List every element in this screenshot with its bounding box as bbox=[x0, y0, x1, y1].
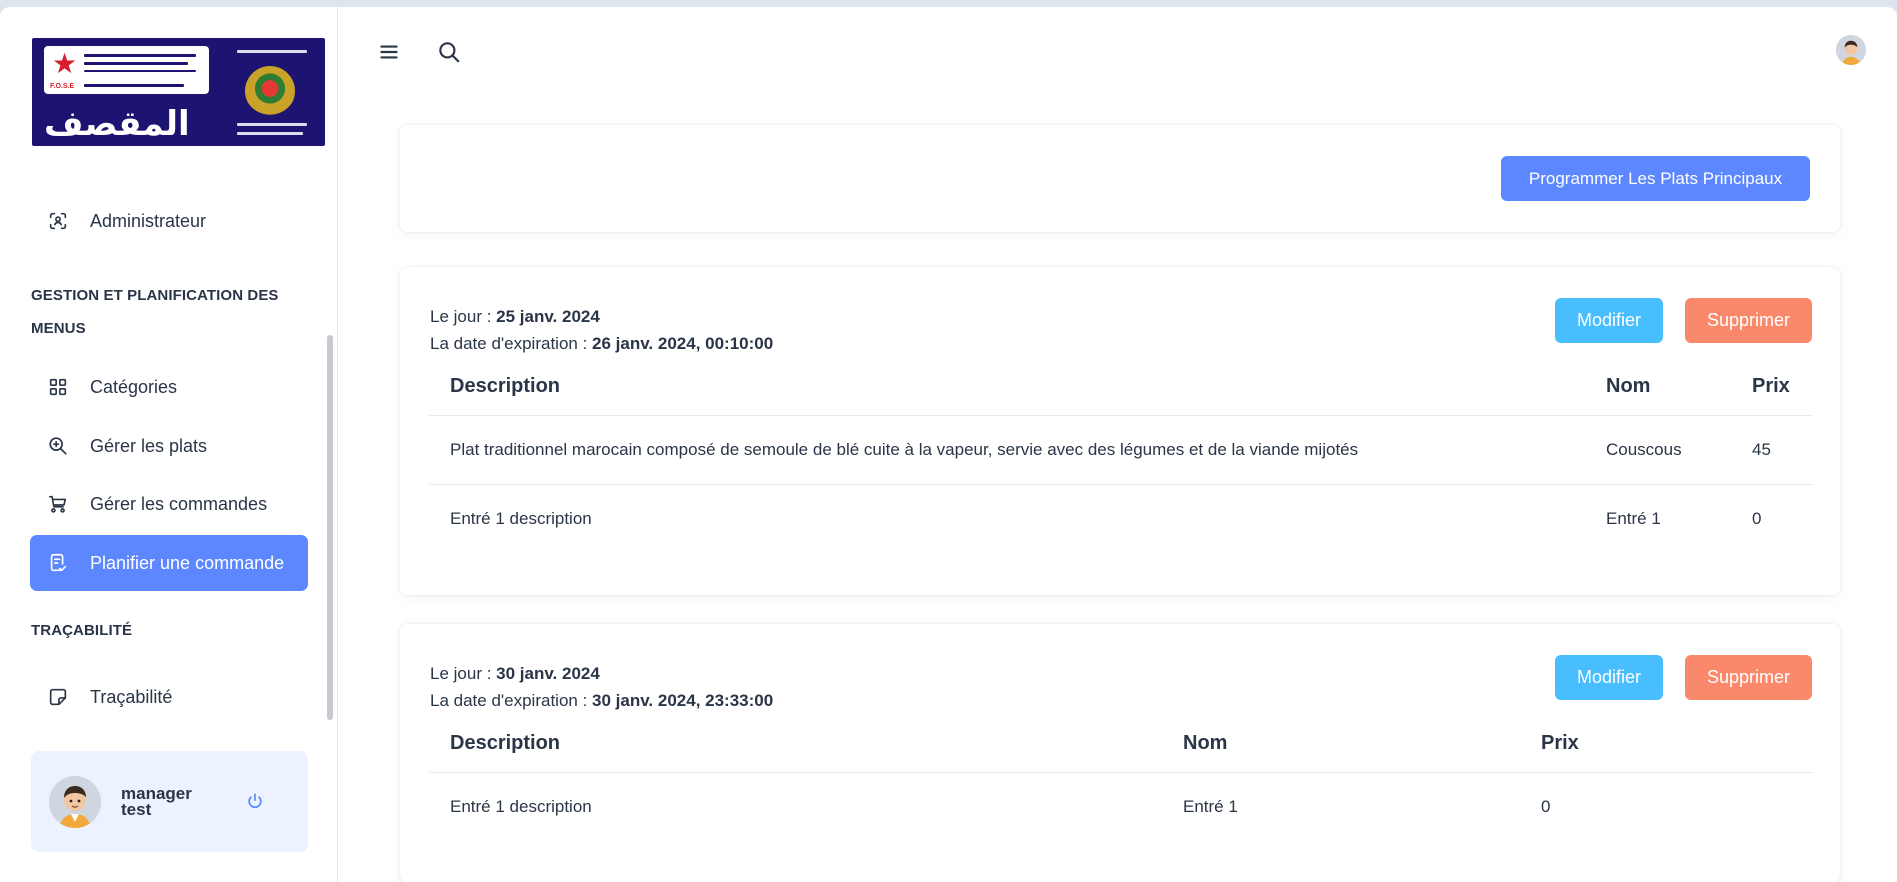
column-header-prix: Prix bbox=[1520, 716, 1812, 773]
power-icon[interactable] bbox=[245, 791, 265, 811]
section-label-gestion: GESTION ET PLANIFICATION DES MENUS bbox=[31, 287, 279, 337]
table-row: Plat traditionnel marocain composé de se… bbox=[429, 415, 1812, 485]
profile-card: manager test bbox=[31, 751, 308, 852]
order-card: Le jour : 30 janv. 2024 La date d'expira… bbox=[400, 624, 1840, 882]
sidebar-item-administrateur[interactable]: Administrateur bbox=[30, 193, 308, 249]
order-day: Le jour : 30 janv. 2024 bbox=[430, 664, 600, 683]
user-avatar-icon bbox=[49, 776, 101, 828]
cell-description: Entré 1 description bbox=[450, 796, 592, 816]
delete-button[interactable]: Supprimer bbox=[1685, 655, 1812, 700]
app-logo[interactable]: ★ F.O.S.E المقصف bbox=[32, 38, 325, 146]
sidebar-scrollbar[interactable] bbox=[327, 335, 333, 720]
cart-icon bbox=[46, 492, 70, 516]
sticky-note-icon bbox=[46, 685, 70, 709]
royal-emblem-icon bbox=[245, 66, 295, 116]
table-row: Entré 1 description Entré 1 0 bbox=[429, 772, 1812, 841]
order-day: Le jour : 25 janv. 2024 bbox=[430, 307, 600, 326]
app-window: ★ F.O.S.E المقصف Administrateur GESTION … bbox=[0, 7, 1897, 882]
table-header-row: Description Nom Prix bbox=[429, 716, 1812, 773]
cell-prix: 0 bbox=[1752, 508, 1762, 528]
cell-description: Plat traditionnel marocain composé de se… bbox=[429, 415, 1585, 485]
column-header-description: Description bbox=[429, 359, 1585, 416]
delete-button[interactable]: Supprimer bbox=[1685, 298, 1812, 343]
profile-name: manager test bbox=[121, 784, 192, 819]
sidebar-item-label: Gérer les commandes bbox=[90, 493, 268, 514]
sidebar-item-label: Administrateur bbox=[90, 210, 207, 231]
sidebar-item-label: Catégories bbox=[90, 376, 178, 397]
column-header-nom: Nom bbox=[1585, 359, 1731, 416]
column-header-prix: Prix bbox=[1731, 359, 1812, 416]
column-header-nom: Nom bbox=[1162, 716, 1520, 773]
edit-button[interactable]: Modifier bbox=[1555, 298, 1663, 343]
table-header-row: Description Nom Prix bbox=[429, 359, 1812, 416]
program-card: Programmer Les Plats Principaux bbox=[400, 125, 1840, 232]
cell-description: Entré 1 description bbox=[450, 508, 592, 528]
fose-logo-card: ★ F.O.S.E bbox=[44, 46, 209, 94]
grid-icon bbox=[46, 375, 70, 399]
hamburger-icon[interactable] bbox=[376, 39, 402, 65]
sidebar-item-planifier[interactable]: Planifier une commande bbox=[30, 535, 308, 591]
order-card: Le jour : 25 janv. 2024 La date d'expira… bbox=[400, 267, 1840, 595]
table-row: Entré 1 description Entré 1 0 bbox=[429, 484, 1812, 553]
zoom-icon bbox=[46, 434, 70, 458]
sidebar-item-commandes[interactable]: Gérer les commandes bbox=[30, 476, 308, 532]
edit-button[interactable]: Modifier bbox=[1555, 655, 1663, 700]
sidebar-item-label: Gérer les plats bbox=[90, 435, 208, 456]
sidebar-item-categories[interactable]: Catégories bbox=[30, 359, 308, 415]
sidebar-item-label: Planifier une commande bbox=[90, 552, 285, 573]
sidebar: ★ F.O.S.E المقصف Administrateur GESTION … bbox=[0, 7, 338, 882]
cell-prix: 45 bbox=[1731, 415, 1812, 485]
admin-scan-icon bbox=[46, 209, 70, 233]
search-icon[interactable] bbox=[436, 39, 462, 65]
cell-nom: Entré 1 bbox=[1183, 796, 1238, 816]
sidebar-item-label: Traçabilité bbox=[90, 686, 173, 707]
order-table: Description Nom Prix Entré 1 description… bbox=[429, 716, 1812, 841]
logo-wordmark: المقصف bbox=[44, 104, 190, 144]
order-table: Description Nom Prix Plat traditionnel m… bbox=[429, 359, 1812, 553]
clipboard-check-icon bbox=[46, 551, 70, 575]
section-label-tracabilite: TRAÇABILITÉ bbox=[31, 622, 133, 639]
sidebar-item-tracabilite[interactable]: Traçabilité bbox=[30, 669, 308, 725]
sidebar-item-plats[interactable]: Gérer les plats bbox=[30, 418, 308, 474]
order-expiry: La date d'expiration : 30 janv. 2024, 23… bbox=[430, 691, 774, 710]
column-header-description: Description bbox=[429, 716, 1162, 773]
cell-nom: Entré 1 bbox=[1606, 508, 1661, 528]
program-main-dishes-button[interactable]: Programmer Les Plats Principaux bbox=[1501, 156, 1810, 201]
cell-nom: Couscous bbox=[1585, 415, 1731, 485]
logo-abbr: F.O.S.E bbox=[50, 83, 75, 90]
star-icon: ★ bbox=[52, 48, 78, 79]
cell-prix: 0 bbox=[1541, 796, 1551, 816]
user-avatar-icon[interactable] bbox=[1836, 35, 1866, 65]
order-expiry: La date d'expiration : 26 janv. 2024, 00… bbox=[430, 334, 774, 353]
